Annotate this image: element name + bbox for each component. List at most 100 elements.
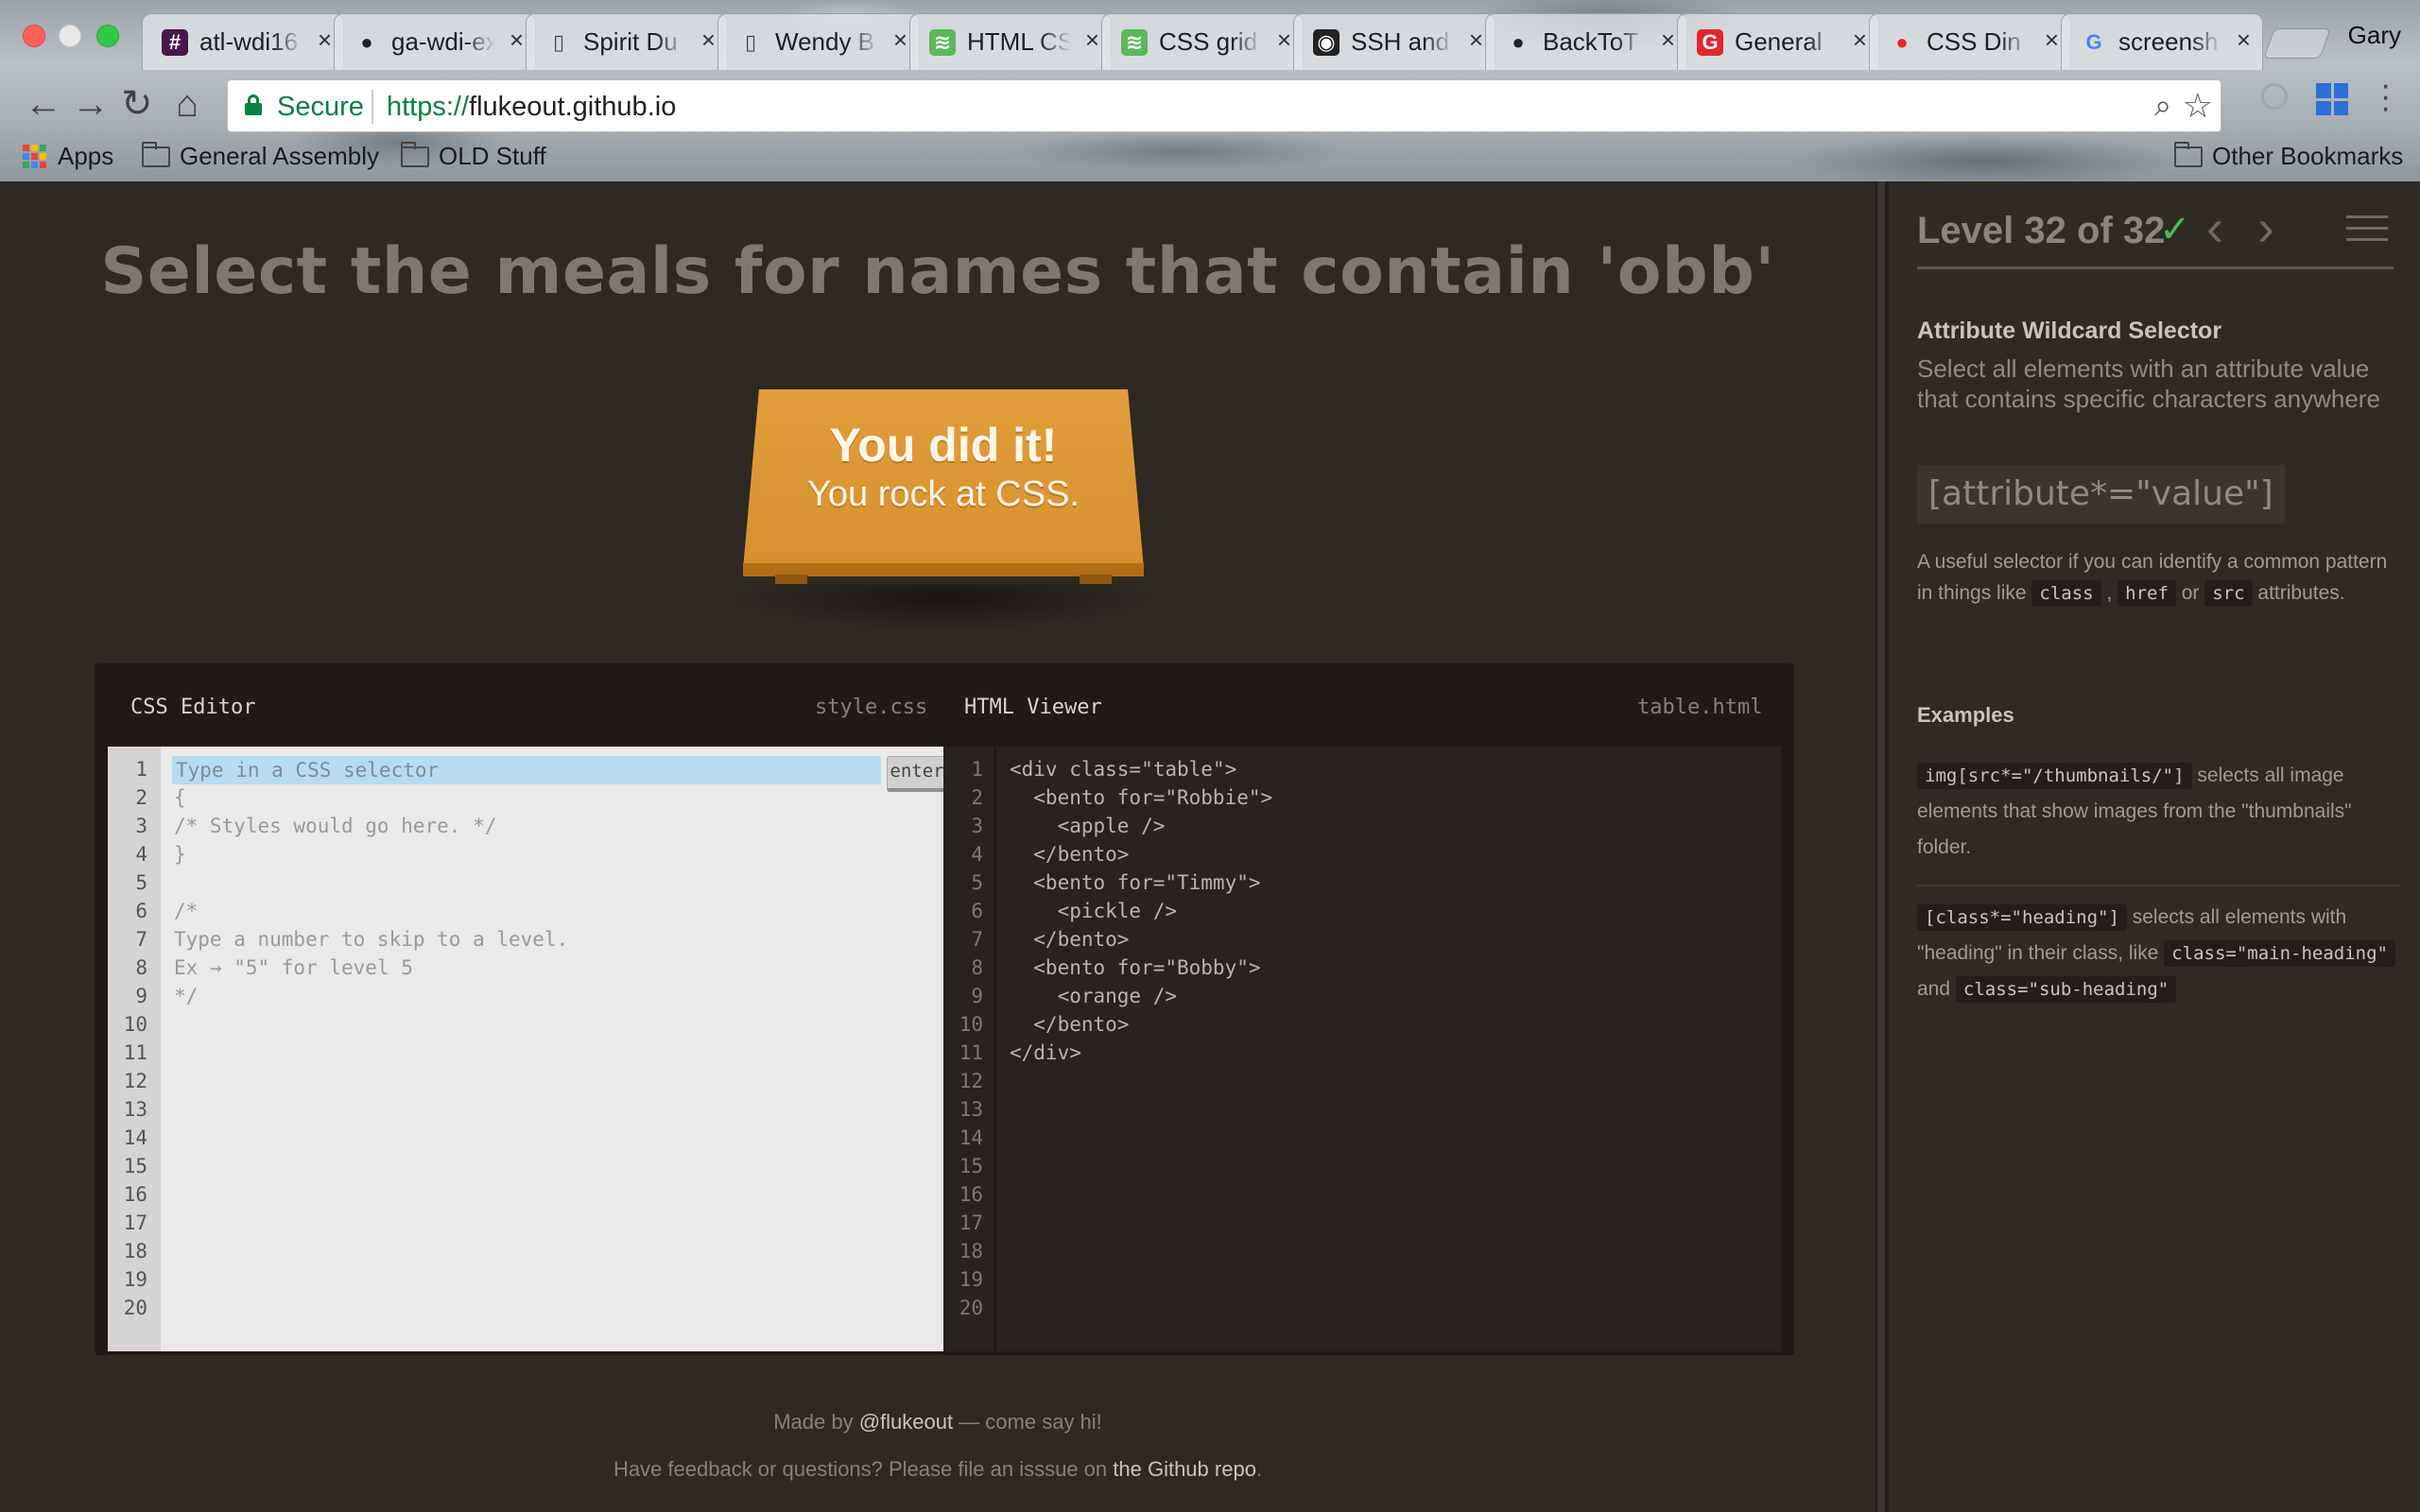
reload-icon[interactable]: ↻ — [121, 83, 153, 125]
github-repo-link[interactable]: the Github repo — [1113, 1457, 1256, 1481]
browser-tab-label: Spirit Du — [583, 27, 678, 56]
green-code-icon: ≋ — [1121, 29, 1148, 56]
browser-tab-label: atl-wdi16 — [199, 27, 299, 56]
close-tab-icon[interactable]: × — [1469, 26, 1483, 55]
example-2-code: [class*="heading"] — [1917, 904, 2127, 931]
slack-icon: # — [162, 29, 188, 56]
bookmark-star-icon[interactable]: ☆ — [2183, 86, 2213, 126]
close-tab-icon[interactable]: × — [1853, 26, 1867, 55]
tab-strip: # atl-wdi16 × ● ga-wdi-ex × ▯ Spirit Du × ▯ Wendy … — [142, 13, 2269, 70]
red-dot-icon: ● — [1895, 30, 1909, 54]
browser-tab[interactable]: ≋ HTML CS × — [909, 13, 1112, 70]
line-number: 8 — [135, 956, 147, 979]
next-level-button[interactable]: › — [2257, 198, 2274, 257]
new-tab-button[interactable] — [2263, 28, 2331, 59]
line-number: 10 — [959, 1013, 983, 1036]
code-line: </bento> — [1010, 843, 1130, 866]
example-2: [class*="heading"] selects all elements … — [1917, 900, 2399, 1007]
window-maximize-button[interactable] — [96, 25, 119, 47]
browser-tab[interactable]: # atl-wdi16 × — [142, 13, 344, 70]
footer-made-by-tail: — come say hi! — [953, 1410, 1102, 1434]
browser-tab[interactable]: ● ga-wdi-ex × — [334, 13, 536, 70]
browser-tab[interactable]: ≋ CSS grid × — [1101, 13, 1304, 70]
footer-feedback: Have feedback or questions? Please file … — [0, 1457, 1876, 1482]
selector-name: Attribute Wildcard Selector — [1917, 318, 2222, 344]
extension-search-icon[interactable] — [2261, 83, 2288, 110]
hint-tail: attributes. — [2252, 582, 2345, 604]
browser-tab-label: CSS Din — [1927, 27, 2021, 56]
browser-tab[interactable]: ◉ SSH and × — [1293, 13, 1495, 70]
hint-comma: , — [2100, 582, 2118, 604]
close-tab-icon[interactable]: × — [510, 26, 524, 55]
profile-name[interactable]: Gary — [2348, 21, 2401, 50]
window-minimize-button[interactable] — [59, 25, 81, 47]
bookmark-other-label: Other Bookmarks — [2212, 142, 2404, 170]
table-shadow — [728, 584, 1159, 631]
browser-tab-label: ga-wdi-ex — [391, 27, 495, 56]
line-number: 11 — [123, 1041, 147, 1064]
browser-tab[interactable]: Gscreensh × — [2061, 13, 2263, 70]
line-number: 4 — [971, 843, 983, 866]
address-bar[interactable]: Secure https://flukeout.github.io ⌕ ☆ — [227, 79, 2221, 132]
window-close-button[interactable] — [23, 25, 45, 47]
back-arrow-icon[interactable]: ← — [25, 83, 62, 125]
line-number: 20 — [959, 1297, 983, 1319]
bookmark-apps-label: Apps — [58, 142, 114, 170]
close-tab-icon[interactable]: × — [1277, 26, 1291, 55]
close-tab-icon[interactable]: × — [318, 26, 332, 55]
example-1: img[src*="/thumbnails/"] selects all ima… — [1917, 758, 2399, 866]
browser-tab[interactable]: ● CSS Din × — [1869, 13, 2071, 70]
footer-feedback-text: Have feedback or questions? Please file … — [613, 1457, 1114, 1481]
close-tab-icon[interactable]: × — [1661, 26, 1675, 55]
url-text[interactable]: https://flukeout.github.io — [387, 92, 676, 123]
browser-tab[interactable]: ▯ Wendy B × — [717, 13, 920, 70]
line-number: 14 — [959, 1126, 983, 1149]
bookmark-apps[interactable]: Apps — [23, 142, 113, 171]
browser-tab[interactable]: ● BackToT × — [1485, 13, 1687, 70]
line-number: 17 — [123, 1211, 147, 1234]
line-number: 14 — [123, 1126, 147, 1149]
zoom-icon[interactable]: ⌕ — [2154, 88, 2171, 124]
code-line: Type a number to skip to a level. — [174, 928, 569, 951]
google-icon: G — [2085, 30, 2102, 54]
close-tab-icon[interactable]: × — [2045, 26, 2059, 55]
forward-arrow-icon[interactable]: → — [72, 83, 110, 125]
author-link[interactable]: @flukeout — [859, 1410, 953, 1434]
code-line: <div class="table"> — [1010, 758, 1237, 781]
line-number: 15 — [123, 1155, 147, 1177]
code-line: { — [174, 786, 186, 809]
footer-credit: Made by @flukeout — come say hi! — [0, 1410, 1876, 1435]
level-menu-icon[interactable] — [2346, 215, 2388, 249]
close-tab-icon[interactable]: × — [1085, 26, 1099, 55]
omnibox-divider — [372, 90, 373, 124]
html-viewer-filename: table.html — [1637, 696, 1763, 719]
sidebar-scrollbar[interactable] — [1877, 181, 1885, 1512]
browser-menu-icon[interactable]: · · · — [2380, 69, 2391, 124]
flukeout-app: Select the meals for names that contain … — [0, 181, 2420, 1512]
game-area: Select the meals for names that contain … — [0, 181, 1876, 1512]
bookmark-other[interactable]: Other Bookmarks — [2174, 141, 2404, 171]
close-tab-icon[interactable]: × — [701, 26, 716, 55]
selector-description: Select all elements with an attribute va… — [1917, 354, 2380, 413]
previous-level-button[interactable]: ‹ — [2206, 198, 2223, 257]
browser-tab-label: CSS grid — [1159, 27, 1258, 56]
enter-button[interactable]: enter — [887, 756, 947, 792]
close-tab-icon[interactable]: × — [2237, 26, 2251, 55]
code-line: */ — [174, 985, 199, 1007]
extension-grid-icon[interactable] — [2316, 83, 2348, 115]
browser-tab[interactable]: ▯ Spirit Du × — [526, 13, 728, 70]
browser-tab-label: General — [1735, 27, 1823, 56]
line-number: 17 — [959, 1211, 983, 1234]
browser-tab-label: HTML CS — [967, 27, 1071, 56]
browser-tab[interactable]: G General × — [1677, 13, 1879, 70]
browser-tab-label: SSH and — [1351, 27, 1450, 56]
css-selector-input[interactable] — [172, 756, 881, 784]
bookmark-old-stuff[interactable]: OLD Stuff — [401, 141, 546, 171]
level-instruction: Select the meals for names that contain … — [100, 234, 1775, 309]
line-number: 2 — [971, 786, 983, 809]
html-viewer: 1 2 3 4 5 6 7 8 9 10 11 12 13 14 15 16 17 18 19 20 <div cla… — [943, 747, 1781, 1351]
bookmark-general-assembly[interactable]: General Assembly — [142, 141, 379, 171]
close-tab-icon[interactable]: × — [893, 26, 908, 55]
css-editor-title: CSS Editor — [130, 696, 256, 719]
home-icon[interactable]: ⌂ — [176, 83, 199, 125]
